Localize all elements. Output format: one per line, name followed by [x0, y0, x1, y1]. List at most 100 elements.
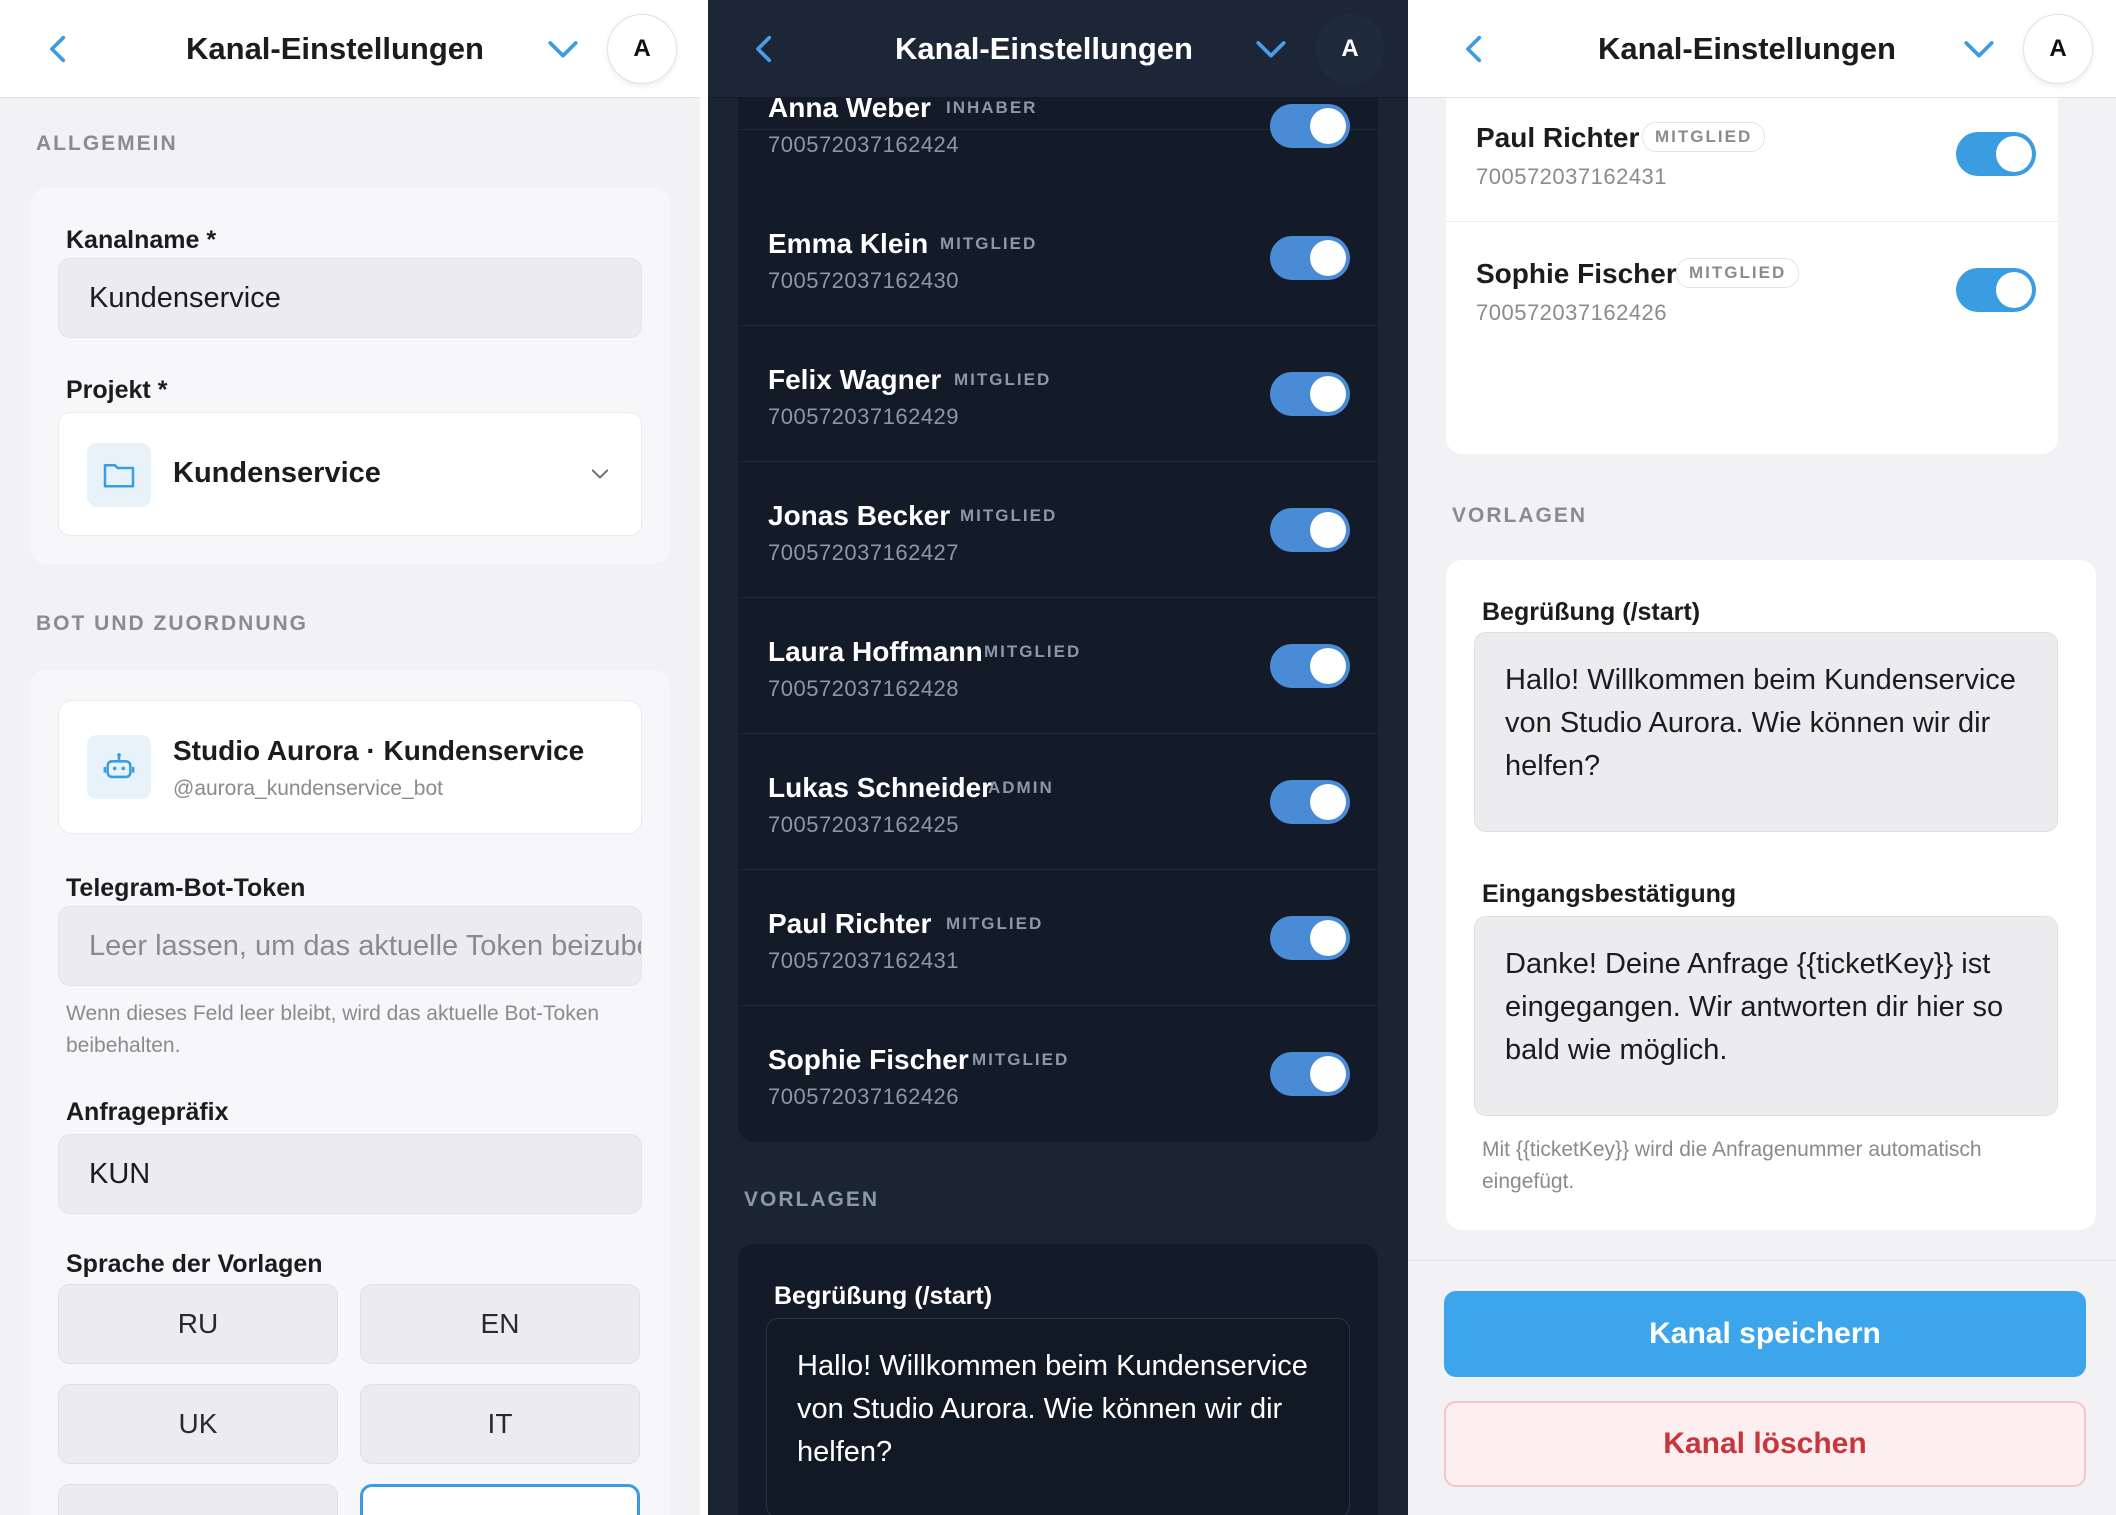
member-toggle[interactable] — [1270, 780, 1350, 824]
confirm-hint: Mit {{ticketKey}} wird die Anfragenummer… — [1482, 1138, 1982, 1193]
avatar[interactable]: A — [2023, 14, 2093, 84]
member-name: Emma Klein — [768, 228, 929, 259]
save-channel-button[interactable]: Kanal speichern — [1444, 1291, 2086, 1377]
member-row: Emma Klein MITGLIED 700572037162430 — [738, 190, 1378, 326]
member-role-badge: ADMIN — [988, 778, 1054, 797]
welcome-label: Begrüßung (/start) — [1482, 598, 1701, 626]
prefix-label: Anfragepräfix — [66, 1098, 229, 1126]
templates-card: Begrüßung (/start) Hallo! Willkommen bei… — [1446, 560, 2096, 1230]
chevron-down-icon — [591, 469, 609, 479]
member-id: 700572037162426 — [1476, 300, 1668, 325]
top-bar: Kanal-Einstellungen A — [1408, 0, 2116, 98]
member-role-badge: MITGLIED — [946, 914, 1044, 933]
section-templates: VORLAGEN — [1452, 504, 1588, 527]
delete-channel-button[interactable]: Kanal löschen — [1444, 1401, 2086, 1487]
member-name: Lukas Schneider — [768, 772, 993, 803]
member-toggle[interactable] — [1270, 508, 1350, 552]
chevron-down-icon[interactable] — [1962, 35, 1996, 65]
member-row: Sophie Fischer MITGLIED 700572037162426 — [1446, 222, 2058, 358]
member-toggle[interactable] — [1956, 132, 2036, 176]
member-toggle[interactable] — [1270, 104, 1350, 148]
member-id: 700572037162427 — [768, 540, 960, 565]
member-id: 700572037162431 — [768, 948, 960, 973]
welcome-label: Begrüßung (/start) — [774, 1282, 993, 1310]
member-id: 700572037162424 — [768, 132, 960, 157]
screen-templates: Kanal-Einstellungen A Lukas Schneider AD… — [1408, 0, 2116, 1515]
member-role-badge: MITGLIED — [984, 642, 1082, 661]
member-row: Felix Wagner MITGLIED 700572037162429 — [738, 326, 1378, 462]
action-footer: Kanal speichern Kanal löschen — [1408, 1260, 2116, 1515]
member-toggle[interactable] — [1270, 236, 1350, 280]
token-label: Telegram-Bot-Token — [66, 874, 306, 902]
member-row: Paul Richter MITGLIED 700572037162431 — [738, 870, 1378, 1006]
member-role-badge: MITGLIED — [940, 234, 1038, 253]
member-role-badge: INHABER — [946, 98, 1038, 117]
bot-name: Studio Aurora · Kundenservice — [173, 735, 585, 766]
member-id: 700572037162428 — [768, 676, 960, 701]
member-name: Sophie Fischer — [768, 1044, 969, 1075]
member-id: 700572037162430 — [768, 268, 960, 293]
lang-option[interactable] — [58, 1484, 338, 1515]
bot-card: Studio Aurora · Kundenservice @aurora_ku… — [30, 670, 670, 1515]
lang-option-selected[interactable] — [360, 1484, 640, 1515]
member-toggle[interactable] — [1956, 268, 2036, 312]
member-role-badge: MITGLIED — [954, 370, 1052, 389]
top-bar: Kanal-Einstellungen A — [708, 0, 1408, 98]
lang-option-ru[interactable]: RU — [58, 1284, 338, 1364]
page-title: Kanal-Einstellungen — [895, 30, 1193, 66]
member-role-badge: MITGLIED — [1676, 258, 1800, 288]
member-id: 700572037162426 — [768, 1084, 960, 1109]
member-id: 700572037162425 — [768, 812, 960, 837]
screen-general: Kanal-Einstellungen A ALLGEMEIN Kanalnam… — [0, 0, 700, 1515]
member-name: Laura Hoffmann — [768, 636, 983, 667]
project-label: Projekt * — [66, 376, 168, 404]
member-name: Paul Richter — [768, 908, 932, 939]
member-row: Laura Hoffmann MITGLIED 700572037162428 — [738, 598, 1378, 734]
confirm-label: Eingangsbestätigung — [1482, 880, 1737, 908]
member-toggle[interactable] — [1270, 372, 1350, 416]
lang-option-uk[interactable]: UK — [58, 1384, 338, 1464]
section-bot: BOT UND ZUORDNUNG — [36, 612, 308, 635]
templates-card: Begrüßung (/start) Hallo! Willkommen bei… — [738, 1244, 1378, 1515]
members-card: Anna Weber INHABER 700572037162424 Emma … — [738, 0, 1378, 1142]
project-select-value: Kundenservice — [173, 457, 381, 489]
member-row: Paul Richter MITGLIED 700572037162431 — [1446, 86, 2058, 222]
member-name: Felix Wagner — [768, 364, 942, 395]
token-hint: Wenn dieses Feld leer bleibt, wird das a… — [66, 1002, 600, 1057]
page-title: Kanal-Einstellungen — [186, 30, 484, 66]
member-toggle[interactable] — [1270, 916, 1350, 960]
prefix-input[interactable]: KUN — [58, 1134, 642, 1214]
section-general: ALLGEMEIN — [36, 132, 178, 155]
channel-name-label: Kanalname * — [66, 226, 217, 254]
page-title: Kanal-Einstellungen — [1598, 30, 1896, 66]
general-card: Kanalname * Kundenservice Projekt * Kund… — [30, 188, 670, 564]
chevron-down-icon[interactable] — [1254, 35, 1288, 65]
welcome-textarea[interactable]: Hallo! Willkommen beim Kundenservice von… — [1474, 632, 2058, 832]
channel-name-input[interactable]: Kundenservice — [58, 258, 642, 338]
lang-option-it[interactable]: IT — [360, 1384, 640, 1464]
token-input[interactable]: Leer lassen, um das aktuelle Token beizu… — [58, 906, 642, 986]
avatar[interactable]: A — [607, 14, 677, 84]
bot-handle: @aurora_kundenservice_bot — [173, 777, 443, 800]
member-name: Paul Richter — [1476, 122, 1640, 153]
chevron-down-icon[interactable] — [546, 35, 580, 65]
section-templates: VORLAGEN — [744, 1188, 880, 1211]
robot-icon — [87, 735, 151, 799]
folder-icon — [87, 443, 151, 507]
member-toggle[interactable] — [1270, 1052, 1350, 1096]
welcome-textarea[interactable]: Hallo! Willkommen beim Kundenservice von… — [766, 1318, 1350, 1515]
language-label: Sprache der Vorlagen — [66, 1250, 323, 1278]
confirm-textarea[interactable]: Danke! Deine Anfrage {{ticketKey}} ist e… — [1474, 916, 2058, 1116]
member-role-badge: MITGLIED — [972, 1050, 1070, 1069]
avatar[interactable]: A — [1315, 14, 1385, 84]
screen-members-dark: Kanal-Einstellungen A Anna Weber INHABER… — [708, 0, 1408, 1515]
member-row: Jonas Becker MITGLIED 700572037162427 — [738, 462, 1378, 598]
project-select[interactable]: Kundenservice — [58, 412, 642, 536]
lang-option-en[interactable]: EN — [360, 1284, 640, 1364]
member-role-badge: MITGLIED — [960, 506, 1058, 525]
member-name: Jonas Becker — [768, 500, 951, 531]
member-row: Sophie Fischer MITGLIED 700572037162426 — [738, 1006, 1378, 1142]
member-id: 700572037162431 — [1476, 164, 1668, 189]
member-role-badge: MITGLIED — [1642, 122, 1766, 152]
member-toggle[interactable] — [1270, 644, 1350, 688]
